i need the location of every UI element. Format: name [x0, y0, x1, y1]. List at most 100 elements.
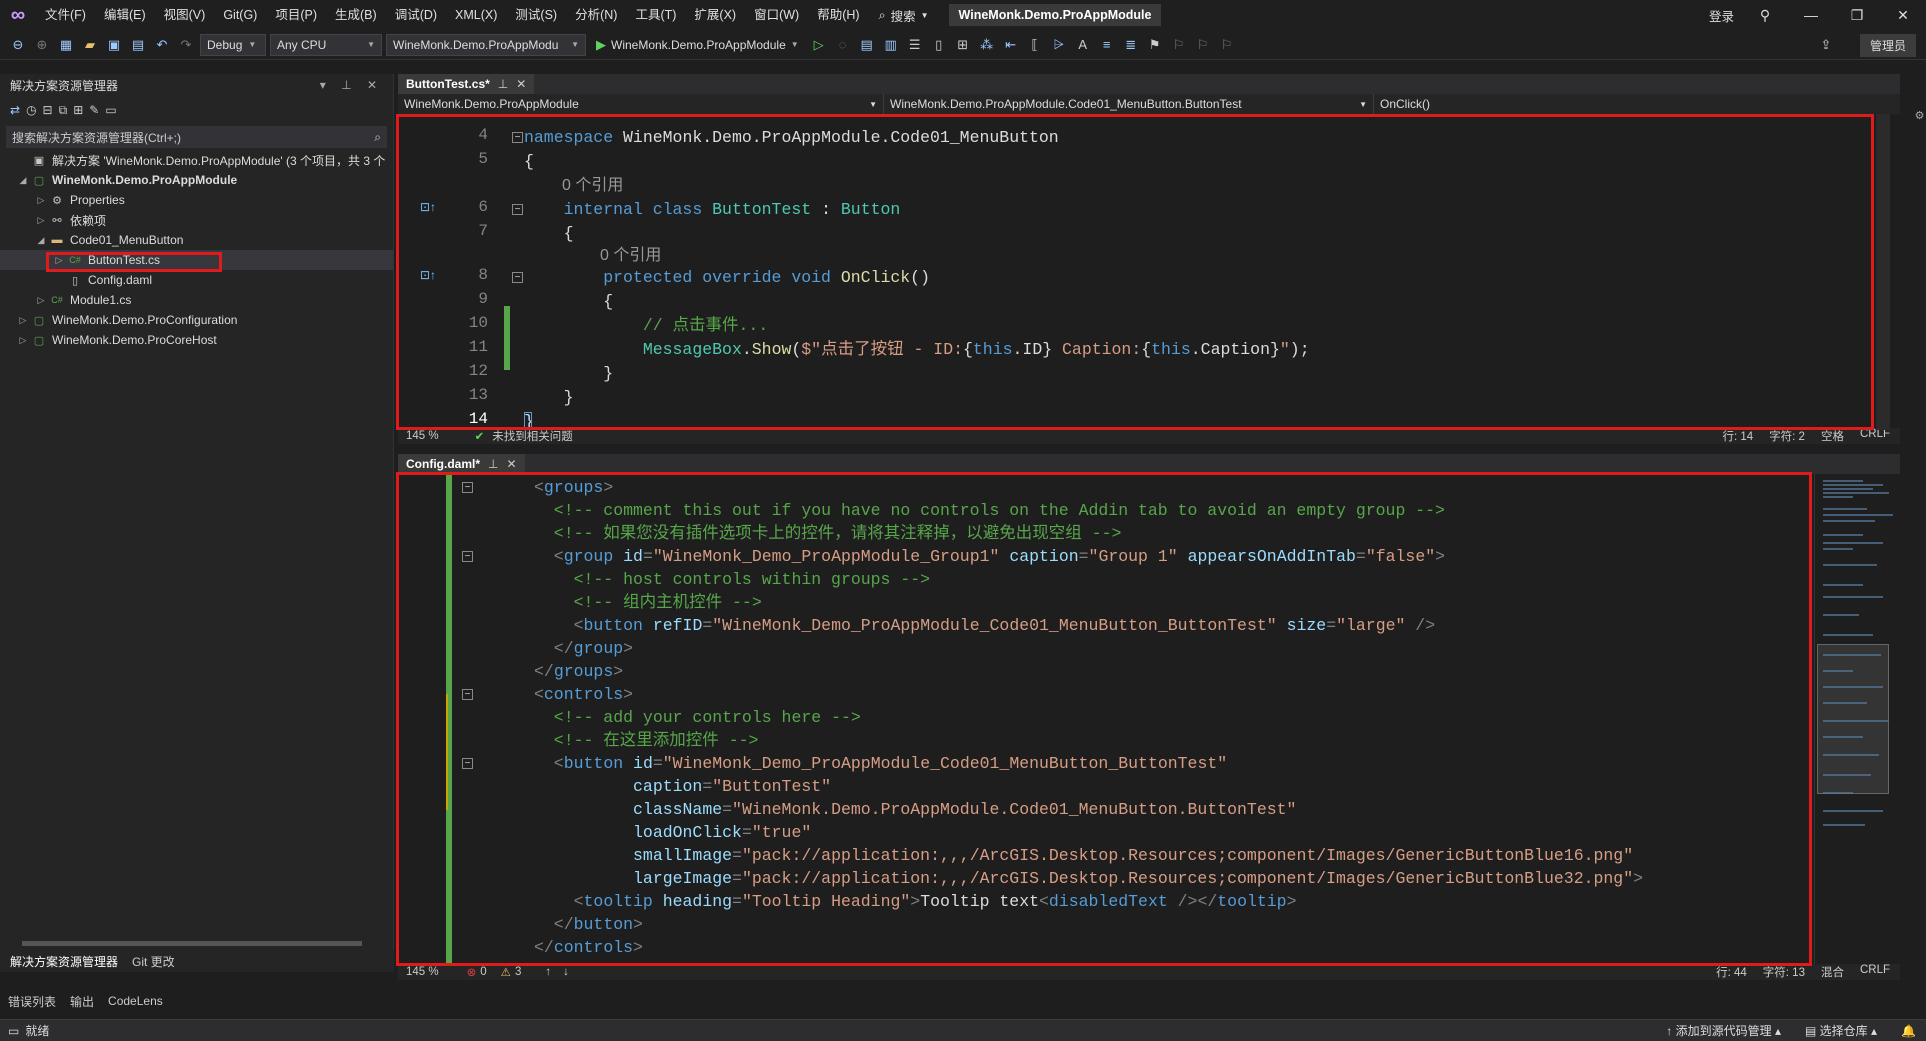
undo-icon[interactable]: ↶ — [152, 35, 172, 55]
warning-count[interactable]: 3 — [515, 966, 521, 978]
maximize-button[interactable]: ❐ — [1834, 7, 1880, 24]
issues-label[interactable]: 未找到相关问题 — [492, 428, 573, 444]
solution-tab[interactable]: Git 更改 — [132, 953, 175, 970]
close-window-button[interactable]: ✕ — [1880, 7, 1926, 24]
comment-icon[interactable]: ≡ — [1097, 35, 1117, 55]
tree-item[interactable]: ◢ ▬ Code01_MenuButton — [0, 230, 393, 250]
configuration-select[interactable]: Debug ▼ — [200, 33, 266, 56]
history-icon[interactable]: ◷ — [26, 103, 36, 117]
pin-icon[interactable]: ⊥ — [498, 77, 508, 91]
login-link[interactable]: 登录 — [1701, 6, 1742, 25]
override-marker-icon[interactable]: ⊡↑ — [420, 200, 436, 214]
save-icon[interactable]: ▣ — [104, 35, 124, 55]
minimap[interactable] — [1814, 474, 1893, 964]
tree-item[interactable]: ▷ ⚙ Properties — [0, 190, 393, 210]
codelens-reference[interactable]: 0 个引用 — [562, 174, 623, 197]
open-icon[interactable]: ▰ — [80, 35, 100, 55]
minimap-viewport[interactable] — [1817, 644, 1889, 794]
code-area-top[interactable]: 3 4 namespace WineMonk.Demo.ProAppModule.C… — [398, 114, 1900, 428]
menu-item[interactable]: 窗口(W) — [745, 0, 808, 30]
outdent-icon[interactable]: ⇤ — [1001, 35, 1021, 55]
hot-reload-icon[interactable]: ◌ — [833, 35, 853, 55]
collapse-icon[interactable]: − — [462, 689, 473, 700]
collapsed-arrow-icon[interactable]: ▷ — [34, 195, 48, 206]
browse-icon[interactable]: ▤ — [857, 35, 877, 55]
menu-item[interactable]: 扩展(X) — [685, 0, 745, 30]
collapse-icon[interactable]: − — [462, 482, 473, 493]
start-debug-button[interactable]: ▶ WineMonk.Demo.ProAppModule ▼ — [590, 37, 805, 53]
tool-tab[interactable]: 输出 — [70, 993, 94, 1010]
eol-indicator[interactable]: CRLF — [1860, 964, 1890, 980]
list-icon[interactable]: ☰ — [905, 35, 925, 55]
startup-project-select[interactable]: WineMonk.Demo.ProAppModu ▼ — [386, 33, 586, 56]
eol-indicator[interactable]: CRLF — [1860, 428, 1890, 444]
preview-icon[interactable]: ▭ — [105, 103, 116, 117]
code-area-bottom[interactable]: <groups> − <!-- comment this out if you h… — [398, 474, 1900, 964]
menu-item[interactable]: 分析(N) — [566, 0, 626, 30]
notifications-icon[interactable]: 🔔 — [1901, 1024, 1916, 1038]
tool-tab[interactable]: 错误列表 — [8, 993, 56, 1010]
sync-icon[interactable]: ⇄ — [10, 103, 20, 117]
select-repo-button[interactable]: ▤ 选择仓库 ▴ — [1805, 1022, 1877, 1039]
menu-item[interactable]: 工具(T) — [626, 0, 685, 30]
tree-item[interactable]: ▣ 解决方案 'WineMonk.Demo.ProAppModule' (3 个项… — [0, 150, 393, 170]
collapse-icon[interactable]: − — [512, 132, 523, 143]
tree-item[interactable]: ◢ ▢ WineMonk.Demo.ProAppModule — [0, 170, 393, 190]
side-tool-tab[interactable]: ⚙ — [1894, 70, 1926, 160]
close-icon[interactable]: ✕ — [516, 77, 526, 91]
tree-icon[interactable]: ⁂ — [977, 35, 997, 55]
vertical-scrollbar-top[interactable] — [1876, 114, 1890, 430]
split-icon[interactable]: ⊞ — [953, 35, 973, 55]
collapsed-arrow-icon[interactable]: ▷ — [16, 335, 30, 346]
switch-view-icon[interactable]: ⊞ — [73, 103, 83, 117]
menu-item[interactable]: 文件(F) — [36, 0, 95, 30]
collapse-all-icon[interactable]: ⊟ — [43, 103, 53, 117]
codelens-reference[interactable]: 0 个引用 — [600, 244, 661, 267]
prev-issue-icon[interactable]: ↑ — [545, 966, 551, 978]
tree-item[interactable]: ▷ ▢ WineMonk.Demo.ProCoreHost — [0, 330, 393, 350]
collapse-icon[interactable]: − — [462, 758, 473, 769]
next-issue-icon[interactable]: ↓ — [563, 966, 569, 978]
pin-icon[interactable]: ⊥ — [488, 457, 498, 471]
nav-project-select[interactable]: WineMonk.Demo.ProAppModule ▼ — [398, 94, 884, 114]
bookmark-next-icon[interactable]: ⚐ — [1193, 35, 1213, 55]
panel-controls[interactable]: ▾ ⊥ ✕ — [320, 78, 383, 92]
tree-item[interactable]: ▷ C# Module1.cs — [0, 290, 393, 310]
search-menu[interactable]: ⌕ 搜索 ▼ — [869, 6, 939, 25]
menu-item[interactable]: 编辑(E) — [95, 0, 155, 30]
override-marker-icon[interactable]: ⊡↑ — [420, 268, 436, 282]
add-source-control-button[interactable]: ↑ 添加到源代码管理 ▴ — [1666, 1022, 1781, 1039]
tab-config-daml[interactable]: Config.daml* ⊥ ✕ — [398, 454, 525, 474]
indent-indicator[interactable]: 空格 — [1821, 428, 1844, 444]
back-icon[interactable]: ⊖ — [8, 35, 28, 55]
new-project-icon[interactable]: ▦ — [56, 35, 76, 55]
menu-item[interactable]: 帮助(H) — [808, 0, 868, 30]
menu-item[interactable]: 测试(S) — [506, 0, 566, 30]
properties-icon[interactable]: ✎ — [89, 103, 99, 117]
collapsed-arrow-icon[interactable]: ▷ — [52, 255, 66, 266]
forward-icon[interactable]: ⊕ — [32, 35, 52, 55]
font-icon[interactable]: A — [1073, 35, 1093, 55]
bookmark-prev-icon[interactable]: ⚐ — [1169, 35, 1189, 55]
horizontal-scrollbar[interactable] — [8, 938, 386, 948]
collapse-icon[interactable]: − — [512, 204, 523, 215]
collapsed-arrow-icon[interactable]: ▷ — [34, 295, 48, 306]
minimize-button[interactable]: — — [1788, 7, 1834, 23]
menu-item[interactable]: 调试(D) — [386, 0, 446, 30]
tool-tab[interactable]: CodeLens — [108, 994, 163, 1008]
nav-class-select[interactable]: WineMonk.Demo.ProAppModule.Code01_MenuBu… — [884, 94, 1374, 114]
bookmark-icon[interactable]: ⚑ — [1145, 35, 1165, 55]
document-icon[interactable]: ▯ — [929, 35, 949, 55]
live-share-icon[interactable]: ⇪ — [1816, 35, 1836, 55]
zoom-level[interactable]: 145 % — [398, 966, 447, 978]
solution-tab[interactable]: 解决方案资源管理器 — [10, 953, 118, 970]
nav-member-select[interactable]: OnClick() — [1374, 94, 1864, 114]
expanded-arrow-icon[interactable]: ◢ — [34, 235, 48, 246]
account-icon[interactable]: ⚲ — [1742, 7, 1788, 24]
zoom-level[interactable]: 145 % — [398, 430, 447, 442]
bracket-icon[interactable]: ⟦ — [1025, 35, 1045, 55]
solution-search-input[interactable]: 搜索解决方案资源管理器(Ctrl+;) ⌕ — [6, 126, 387, 148]
format-icon[interactable]: ⩥ — [1049, 35, 1069, 55]
tree-item[interactable]: ▯ Config.daml — [0, 270, 393, 290]
tree-item[interactable]: ▷ C# ButtonTest.cs — [0, 250, 393, 272]
